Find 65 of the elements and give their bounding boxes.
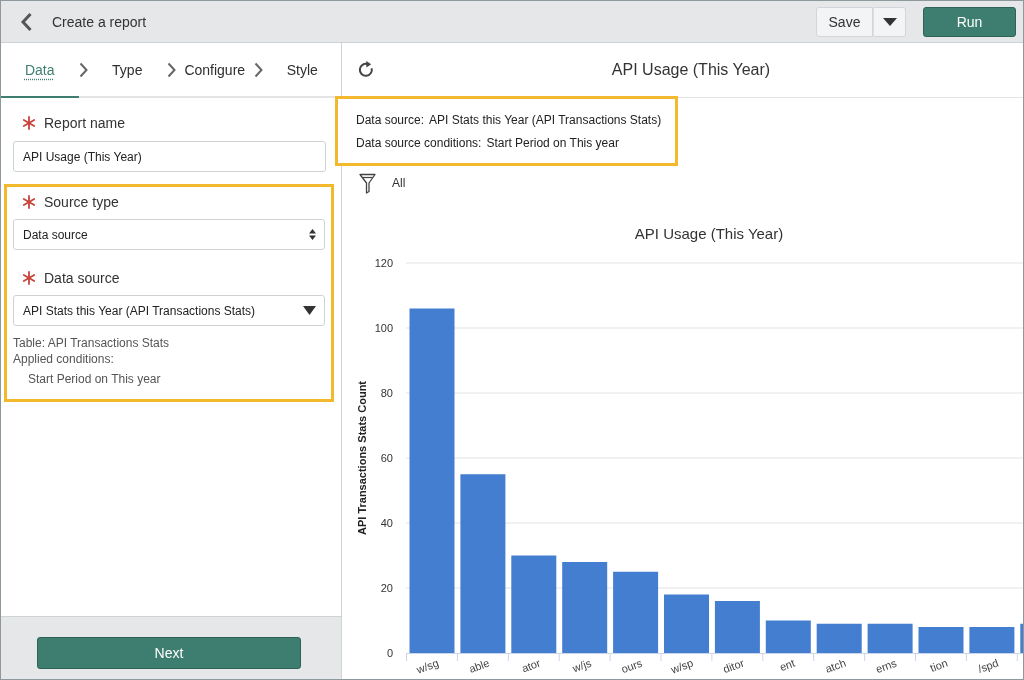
tick-label: 60	[380, 452, 393, 464]
run-button[interactable]: Run	[923, 6, 1016, 37]
chevron-right-icon	[254, 61, 263, 78]
filter-button[interactable]	[359, 172, 376, 194]
chart-bar	[816, 623, 862, 653]
info-value: Start Period on This year	[486, 135, 619, 151]
info-label: Data source conditions:	[356, 135, 482, 151]
info-label: Data source:	[356, 112, 425, 128]
category-label: w/js	[570, 656, 593, 675]
chart-bar	[765, 620, 811, 653]
category-label: /spd	[976, 656, 1001, 675]
chevron-right-icon	[79, 61, 88, 78]
chart-bar	[1020, 623, 1023, 653]
step-tab[interactable]: Configure	[176, 43, 254, 98]
field-label: Data source	[44, 270, 120, 286]
chevron-left-icon	[20, 11, 33, 32]
filter-icon	[359, 172, 376, 194]
category-label: w/sg	[414, 656, 441, 676]
save-button[interactable]: Save	[816, 6, 873, 37]
category-label: erns	[874, 656, 899, 676]
next-button[interactable]: Next	[37, 637, 301, 669]
condition-text: Start Period on This year	[27, 371, 162, 387]
category-label: able	[467, 656, 492, 675]
chart-title: API Usage (This Year)	[634, 225, 784, 242]
chart-bar	[918, 627, 964, 653]
dropdown-button[interactable]	[873, 6, 906, 37]
category-label: ator	[520, 656, 542, 675]
tick-label: 120	[374, 257, 393, 269]
up-down-arrows-icon	[309, 229, 316, 240]
tick-label: 100	[374, 322, 393, 334]
report-title: API Usage (This Year)	[611, 61, 771, 79]
category-label: tion	[928, 656, 950, 674]
tick-label: 0	[386, 647, 393, 659]
tick-label: 80	[380, 387, 393, 399]
refresh-button[interactable]	[358, 61, 375, 79]
select-field[interactable]: Data source	[13, 219, 325, 250]
refresh-icon	[358, 61, 375, 79]
filter-label: All	[392, 176, 406, 190]
category-label: ours	[619, 656, 644, 676]
caret-icon	[882, 17, 897, 26]
field-label: Source type	[44, 194, 119, 210]
chart-bar	[714, 601, 760, 653]
category-label: atch	[823, 656, 848, 675]
caret-icon	[303, 306, 316, 315]
field-label: Report name	[44, 115, 125, 131]
tick-label: 20	[380, 582, 393, 594]
step-tab[interactable]: Data	[1, 43, 79, 98]
chart-bar	[664, 594, 709, 653]
table-note: Table: API Transactions Stats	[13, 335, 171, 351]
step-tab[interactable]: Type	[88, 43, 166, 98]
axis-title: API Transactions Stats Count	[356, 381, 368, 535]
text-field[interactable]: API Usage (This Year)	[13, 141, 326, 172]
chart-bar	[867, 623, 913, 653]
step-tab[interactable]: Style	[263, 43, 341, 98]
category-label: w/sp	[669, 656, 695, 676]
tick-label: 40	[380, 517, 393, 529]
category-label: ent	[777, 656, 797, 674]
back-button[interactable]	[20, 11, 33, 32]
conditions-heading: Applied conditions:	[13, 351, 115, 367]
info-value: API Stats this Year (API Transactions Stats)	[429, 112, 662, 128]
page-title: Create a report	[52, 13, 147, 30]
dropdown-field[interactable]: API Stats this Year (API Transactions Stats)	[13, 295, 325, 326]
chart-bar	[969, 627, 1015, 653]
chevron-right-icon	[166, 61, 176, 78]
category-label: ditor	[721, 656, 746, 676]
